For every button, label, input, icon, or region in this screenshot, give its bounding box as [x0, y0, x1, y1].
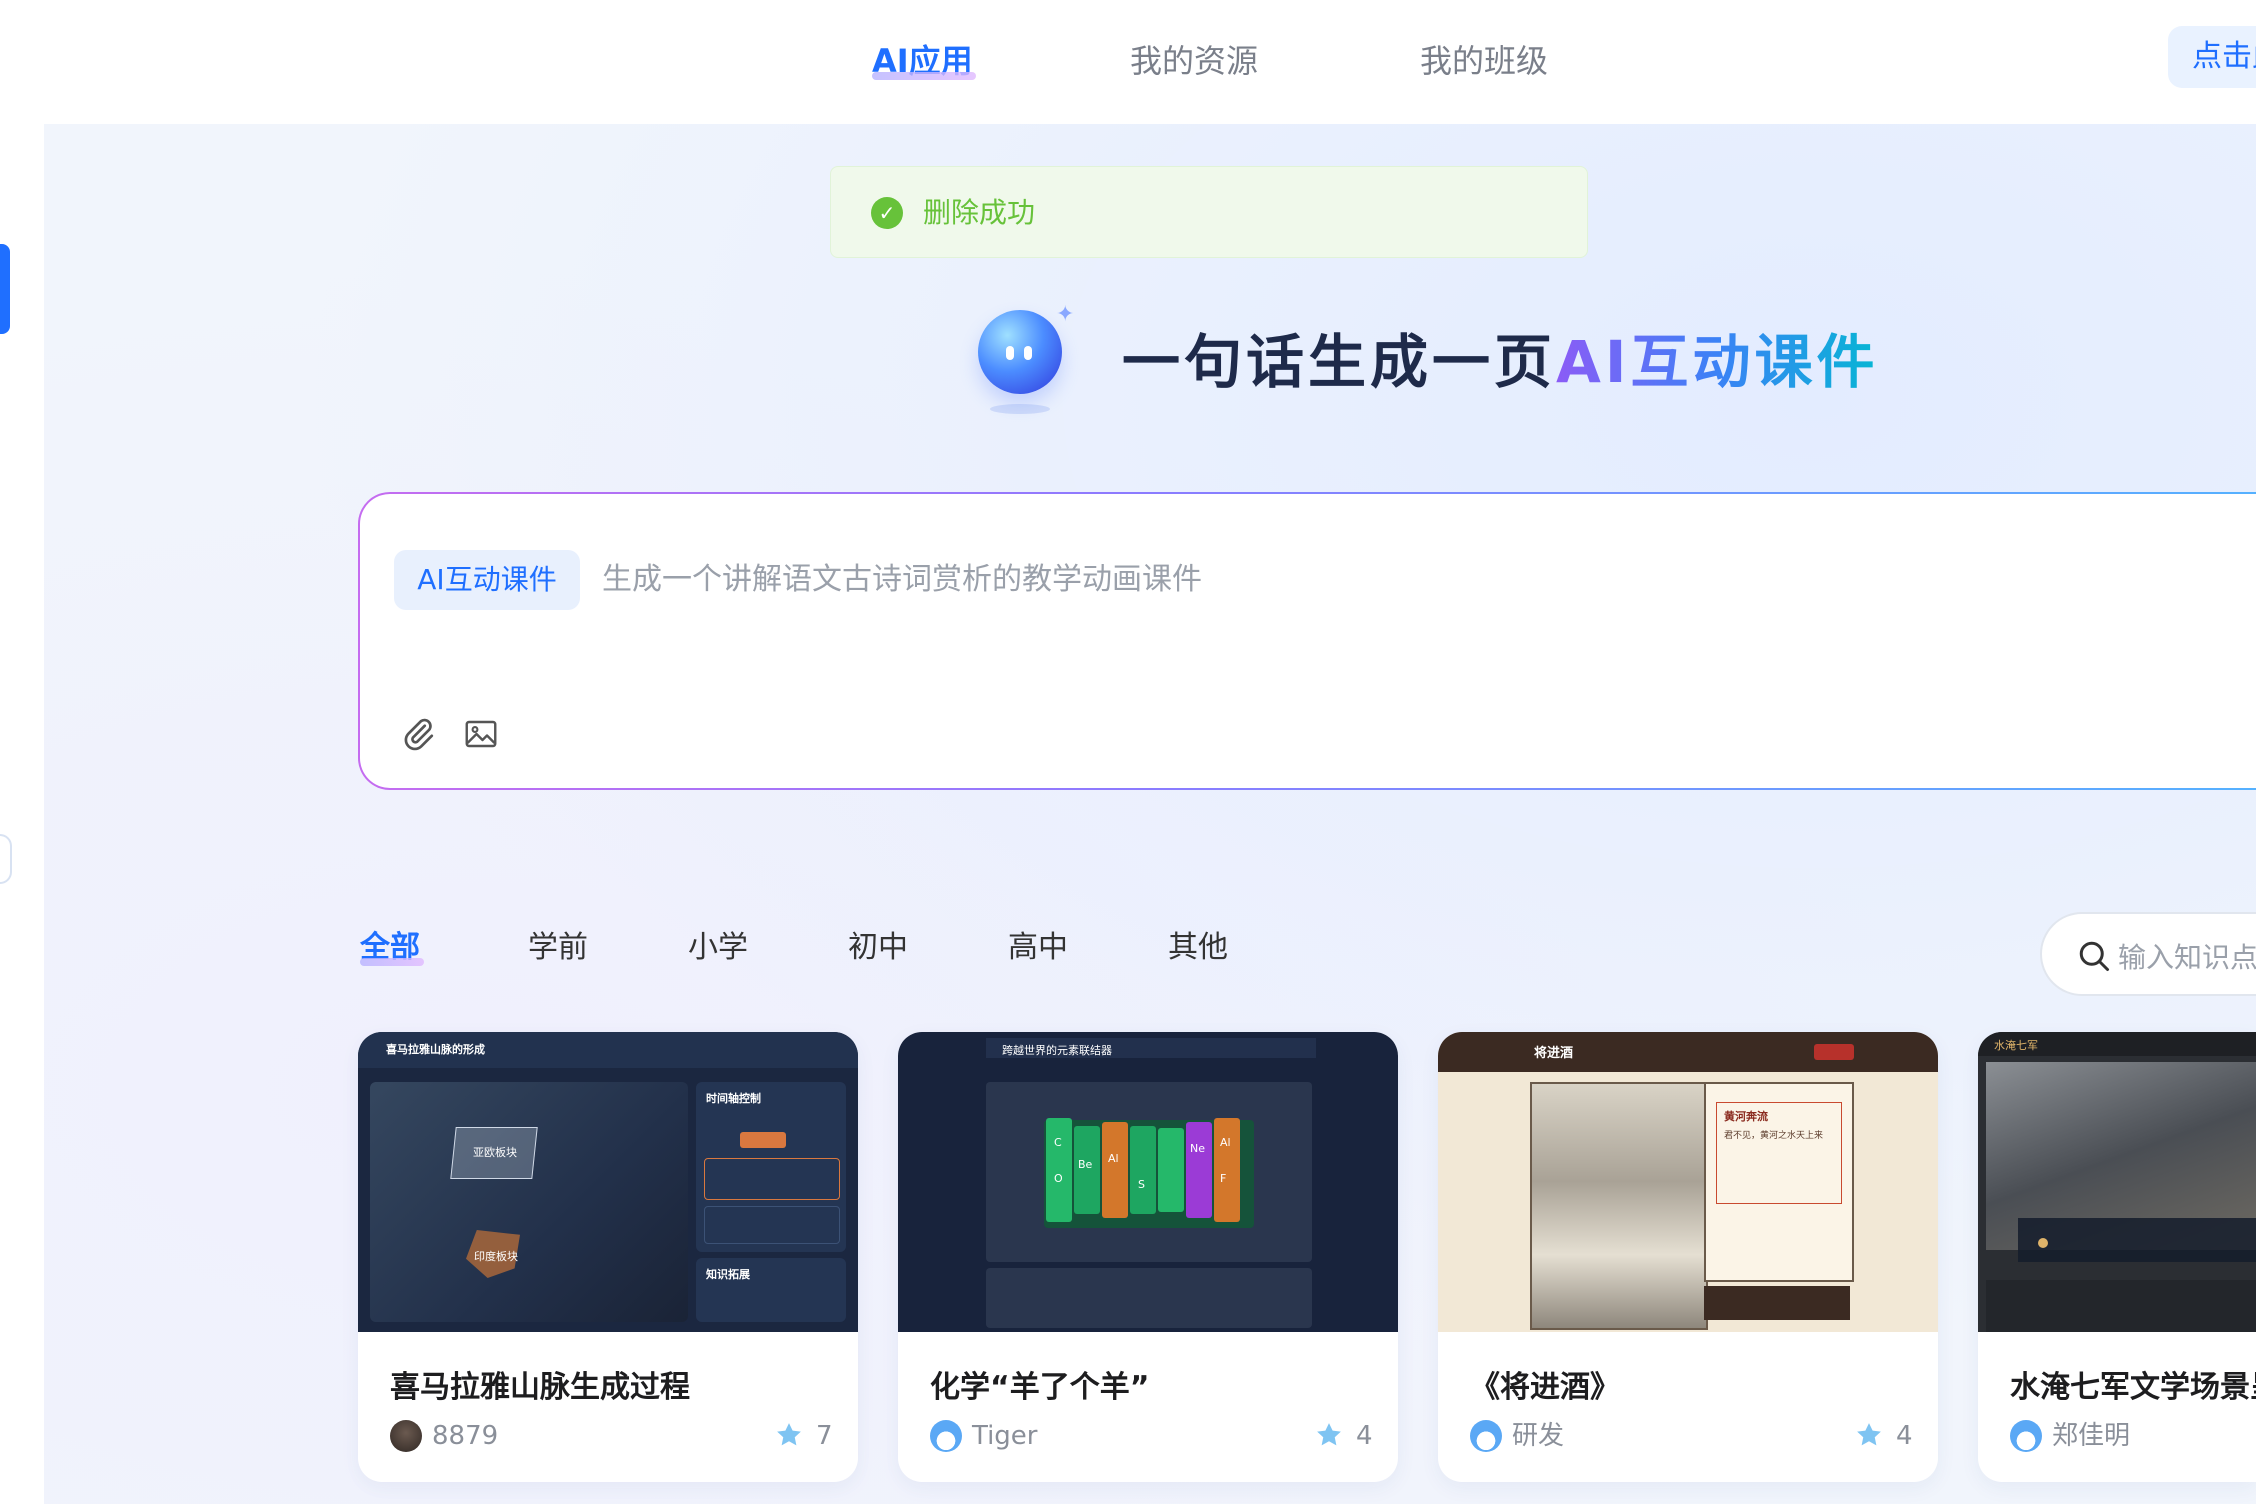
mascot-eye-left — [1006, 346, 1014, 360]
sidebar-active-indicator[interactable] — [0, 244, 10, 334]
category-tab-junior-high[interactable]: 初中 — [848, 924, 908, 972]
card-author: 研发 — [1512, 1421, 1565, 1451]
author-avatar — [2010, 1420, 2042, 1452]
knowledge-search-input[interactable] — [2116, 934, 2256, 980]
prompt-composer-inner — [360, 494, 2256, 788]
thumb-element-c: C — [1054, 1136, 1062, 1149]
like-star-icon[interactable] — [774, 1420, 804, 1450]
thumb-header: 喜马拉雅山脉的形成 — [386, 1043, 485, 1056]
category-tab-other[interactable]: 其他 — [1168, 924, 1228, 972]
card-thumbnail: 水淹七军 — [1978, 1032, 2256, 1332]
card-thumbnail: 跨越世界的元素联结器 C O Be Al S Ne F Al — [898, 1032, 1398, 1332]
thumb-poem-title: 黄河奔流 — [1724, 1110, 1768, 1123]
author-avatar — [390, 1420, 422, 1452]
thumb-element-be: Be — [1078, 1158, 1093, 1171]
course-card-himalaya[interactable]: 喜马拉雅山脉的形成 亚欧板块 印度板块 时间轴控制 知识拓展 喜马拉雅山脉生成过… — [358, 1032, 858, 1482]
card-title: 喜马拉雅山脉生成过程 — [390, 1370, 690, 1405]
top-nav-bar: AI应用 我的资源 我的班级 点击此 — [0, 0, 2256, 125]
nav-active-underline — [872, 72, 976, 80]
ai-mascot-icon — [978, 310, 1062, 394]
toast-message: 删除成功 — [923, 196, 1036, 229]
thumb-map-label-india: 印度板块 — [474, 1250, 518, 1263]
category-tab-primary[interactable]: 小学 — [688, 924, 748, 972]
thumb-header: 将进酒 — [1534, 1046, 1574, 1061]
card-thumbnail: 将进酒 黄河奔流 君不见，黄河之水天上来 — [1438, 1032, 1938, 1332]
hero-title-highlight: AI互动课件 — [1556, 328, 1879, 396]
sidebar-collapse-handle[interactable] — [0, 834, 12, 884]
thumb-element-ne: Ne — [1190, 1142, 1205, 1155]
author-avatar — [1470, 1420, 1502, 1452]
like-star-icon[interactable] — [1854, 1420, 1884, 1450]
thumb-element-s: S — [1138, 1178, 1145, 1191]
image-icon[interactable] — [463, 716, 499, 752]
card-like-count: 7 — [816, 1421, 833, 1451]
course-card-chemistry[interactable]: 跨越世界的元素联结器 C O Be Al S Ne F Al 化学“羊了个羊” … — [898, 1032, 1398, 1482]
thumb-element-o: O — [1054, 1172, 1063, 1185]
paperclip-icon[interactable] — [400, 716, 436, 752]
category-tab-senior-high[interactable]: 高中 — [1008, 924, 1068, 972]
top-action-button[interactable]: 点击此 — [2168, 26, 2256, 88]
thumb-poem-line: 君不见，黄河之水天上来 — [1724, 1131, 1824, 1141]
mode-chip-ai-courseware[interactable]: AI互动课件 — [394, 550, 580, 610]
card-author: 郑佳明 — [2052, 1421, 2131, 1451]
card-title: 化学“羊了个羊” — [930, 1370, 1150, 1405]
sparkle-icon: ✦ — [1056, 302, 1075, 327]
hero-title-prefix: 一句话生成一页 — [1122, 328, 1557, 396]
card-author: Tiger — [972, 1421, 1038, 1451]
card-author: 8879 — [432, 1421, 499, 1451]
thumb-element-f: F — [1220, 1172, 1227, 1185]
thumb-panel-title: 时间轴控制 — [706, 1092, 761, 1105]
course-card-jiang-jin-jiu[interactable]: 将进酒 黄河奔流 君不见，黄河之水天上来 《将进酒》 研发 4 — [1438, 1032, 1938, 1482]
search-icon — [2079, 941, 2109, 971]
card-title: 《将进酒》 — [1470, 1370, 1620, 1405]
success-toast: ✓ 删除成功 — [830, 166, 1588, 258]
thumb-header: 跨越世界的元素联结器 — [1002, 1044, 1112, 1057]
category-tab-preschool[interactable]: 学前 — [528, 924, 588, 972]
card-thumbnail: 喜马拉雅山脉的形成 亚欧板块 印度板块 时间轴控制 知识拓展 — [358, 1032, 858, 1332]
card-like-count: 4 — [1896, 1421, 1913, 1451]
thumb-element-al-2: Al — [1220, 1136, 1231, 1149]
course-card-shui-yan-qi-jun[interactable]: 水淹七军 水淹七军文学场景呈现 郑佳明 — [1978, 1032, 2256, 1482]
card-like-count: 4 — [1356, 1421, 1373, 1451]
like-star-icon[interactable] — [1314, 1420, 1344, 1450]
check-circle-icon: ✓ — [871, 197, 903, 229]
mascot-eye-right — [1024, 346, 1032, 360]
mascot-shadow — [990, 404, 1050, 414]
nav-tab-my-classes[interactable]: 我的班级 — [1420, 36, 1548, 86]
card-title: 水淹七军文学场景呈现 — [2010, 1370, 2256, 1405]
prompt-input[interactable] — [600, 550, 2204, 608]
author-avatar — [930, 1420, 962, 1452]
thumb-header: 水淹七军 — [1994, 1039, 2038, 1052]
thumb-map-label-eurasia: 亚欧板块 — [473, 1146, 517, 1159]
thumb-element-al: Al — [1108, 1152, 1119, 1165]
category-active-underline — [360, 958, 424, 966]
hero-title: 一句话生成一页AI互动课件 — [1122, 322, 1878, 402]
nav-tab-my-resources[interactable]: 我的资源 — [1130, 36, 1258, 86]
prompt-composer — [358, 492, 2256, 790]
thumb-side-title: 知识拓展 — [706, 1268, 750, 1281]
knowledge-search-box[interactable] — [2040, 912, 2256, 996]
